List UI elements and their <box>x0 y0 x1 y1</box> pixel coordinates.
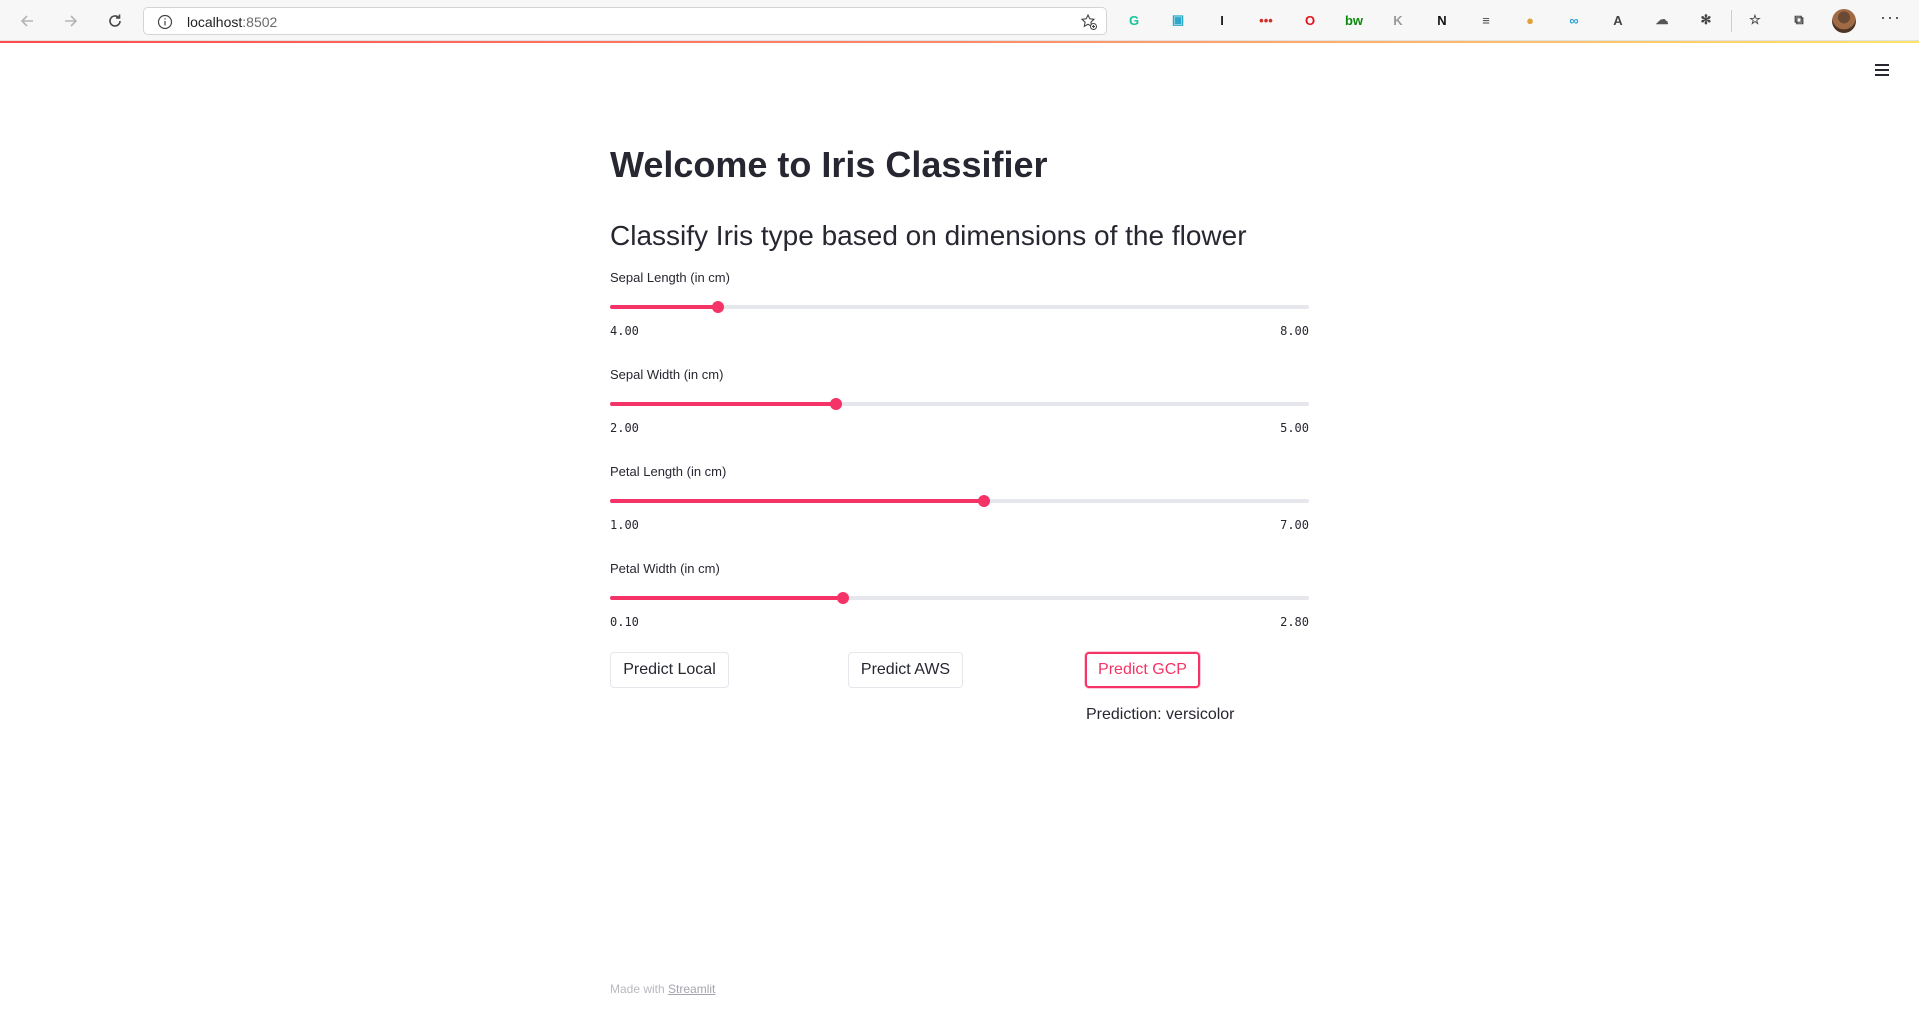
predict-local-button[interactable]: Predict Local <box>610 652 729 688</box>
predict-aws-button[interactable]: Predict AWS <box>848 652 963 688</box>
slider-track[interactable] <box>610 592 1309 604</box>
slider-max: 5.00 <box>1280 421 1309 435</box>
slider-fill <box>610 596 843 600</box>
petal-length-slider[interactable]: Petal Length (in cm) 1.00 7.00 <box>610 464 1309 534</box>
favorites-icon[interactable]: ☆ <box>1745 10 1765 30</box>
forward-button[interactable] <box>58 8 84 34</box>
cookie-icon[interactable]: ● <box>1520 10 1540 30</box>
slider-max: 8.00 <box>1280 324 1309 338</box>
puzzle-gray-icon[interactable]: K <box>1388 10 1408 30</box>
browser-toolbar: localhost:8502 G ▣ I ••• Obw K N ≡ ● ∞ A ☁ ✻ ☆ ⧉ ··· <box>0 0 1919 41</box>
sepal-width-slider[interactable]: Sepal Width (in cm) 2.00 5.00 <box>610 367 1309 437</box>
url-text[interactable]: localhost:8502 <box>187 13 277 31</box>
page-subtitle: Classify Iris type based on dimensions o… <box>610 220 1247 251</box>
slider-thumb[interactable] <box>830 398 842 410</box>
slider-label: Petal Length (in cm) <box>610 464 727 479</box>
add-favorite-icon[interactable] <box>1080 13 1098 31</box>
footer: Made with Streamlit <box>610 982 715 996</box>
slider-label: Sepal Length (in cm) <box>610 270 730 285</box>
slider-max: 2.80 <box>1280 615 1309 629</box>
streamlit-decoration-bar <box>0 41 1919 43</box>
read-aloud-icon[interactable]: A <box>1608 10 1628 30</box>
slider-label: Petal Width (in cm) <box>610 561 720 576</box>
toolbar-divider <box>1731 10 1732 32</box>
petal-width-slider[interactable]: Petal Width (in cm) 0.10 2.80 <box>610 561 1309 631</box>
reload-icon <box>109 14 121 27</box>
collections-icon[interactable]: ⧉ <box>1789 10 1809 30</box>
prediction-result: Prediction: versicolor <box>1086 706 1235 723</box>
back-button[interactable] <box>14 8 40 34</box>
slider-track[interactable] <box>610 301 1309 313</box>
url-port: :8502 <box>242 14 278 30</box>
predict-gcp-button[interactable]: Predict GCP <box>1085 652 1200 688</box>
reader-icon[interactable]: ≡ <box>1476 10 1496 30</box>
lastpass-icon[interactable]: ••• <box>1256 10 1276 30</box>
streamlit-link[interactable]: Streamlit <box>668 982 715 996</box>
slider-track[interactable] <box>610 495 1309 507</box>
url-host: localhost <box>187 14 243 30</box>
slider-label: Sepal Width (in cm) <box>610 367 724 382</box>
page-title: Welcome to Iris Classifier <box>610 144 1048 185</box>
arrow-right-icon <box>65 15 78 27</box>
instapaper-icon[interactable]: I <box>1212 10 1232 30</box>
profile-avatar[interactable] <box>1832 9 1856 33</box>
slider-max: 7.00 <box>1280 518 1309 532</box>
slider-min: 1.00 <box>610 518 639 532</box>
arrow-left-icon <box>20 15 33 27</box>
address-bar[interactable]: localhost:8502 <box>143 7 1107 35</box>
cloud-icon[interactable]: ☁ <box>1652 10 1672 30</box>
slider-fill <box>610 402 836 406</box>
sepal-length-slider[interactable]: Sepal Length (in cm) 4.00 8.00 <box>610 270 1309 340</box>
grammarly-icon[interactable]: G <box>1124 10 1144 30</box>
slider-min: 0.10 <box>610 615 639 629</box>
slider-min: 2.00 <box>610 421 639 435</box>
hamburger-menu-icon[interactable] <box>1872 60 1892 80</box>
slider-fill <box>610 305 719 309</box>
slider-thumb[interactable] <box>712 301 725 313</box>
slider-fill <box>610 499 984 503</box>
notion-icon[interactable]: N <box>1432 10 1452 30</box>
more-menu-icon[interactable]: ··· <box>1880 7 1901 28</box>
reload-button[interactable] <box>102 8 128 34</box>
link-icon[interactable]: ∞ <box>1564 10 1584 30</box>
slider-thumb[interactable] <box>837 592 849 604</box>
bw-icon[interactable]: bw <box>1344 10 1364 30</box>
extensions-icon[interactable]: ✻ <box>1696 10 1716 30</box>
slider-thumb[interactable] <box>977 495 990 507</box>
info-icon[interactable] <box>157 14 173 30</box>
save-icon[interactable]: ▣ <box>1168 10 1188 30</box>
opera-icon[interactable]: O <box>1300 10 1320 30</box>
slider-track[interactable] <box>610 398 1309 410</box>
slider-min: 4.00 <box>610 324 639 338</box>
footer-text: Made with <box>610 982 669 996</box>
